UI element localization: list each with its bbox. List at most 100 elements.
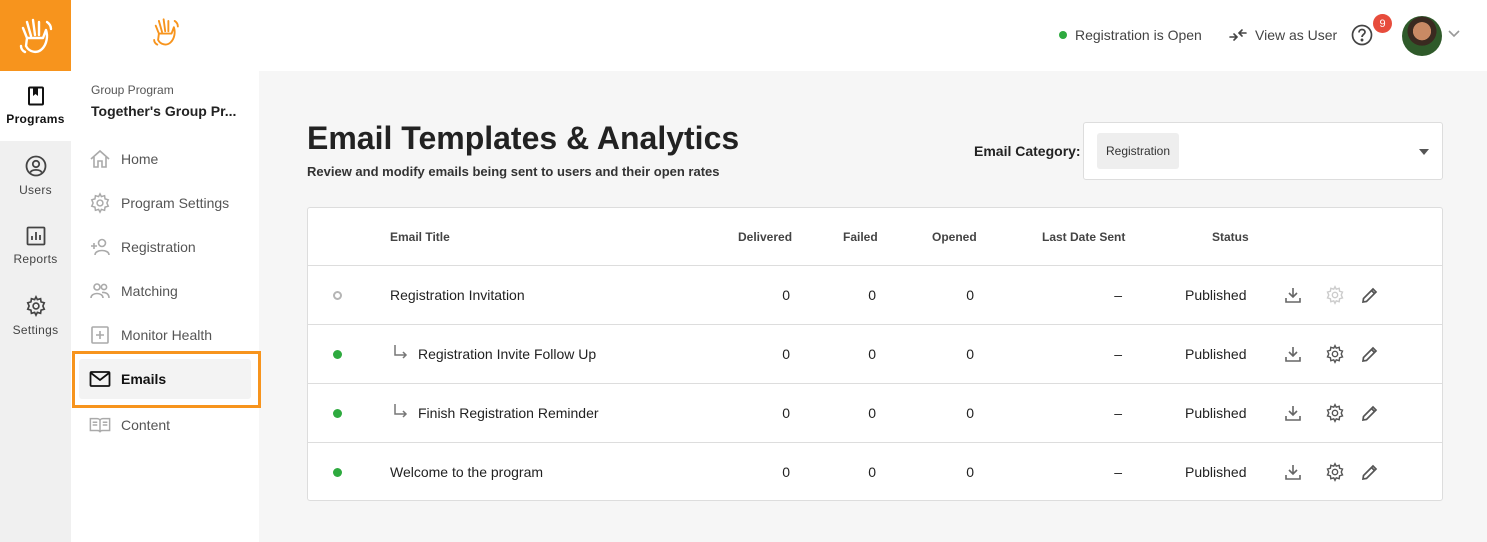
download-icon[interactable] [1283, 462, 1303, 482]
email-category-select[interactable]: Registration [1083, 122, 1443, 180]
header-opened: Opened [932, 230, 977, 244]
status-text: Published [1185, 464, 1247, 480]
email-title: Registration Invite Follow Up [418, 346, 597, 362]
edit-pencil-icon[interactable] [1360, 344, 1380, 364]
edit-pencil-icon[interactable] [1360, 403, 1380, 423]
opened-count: 0 [966, 287, 974, 303]
sidebar-item-home[interactable]: Home [79, 139, 251, 179]
inactive-dot-icon [333, 291, 342, 300]
view-as-user-button[interactable]: View as User [1229, 27, 1337, 43]
emails-highlight-box [72, 351, 261, 408]
table-row[interactable]: Registration Invitation 0 0 0 – Publishe… [308, 265, 1442, 324]
program-type: Group Program [91, 83, 174, 97]
header-email-title: Email Title [390, 230, 450, 244]
bookmark-icon [27, 86, 44, 106]
failed-count: 0 [868, 464, 876, 480]
chevron-down-icon[interactable] [1448, 30, 1460, 38]
failed-count: 0 [868, 405, 876, 421]
waving-hand-icon [19, 18, 52, 53]
header-last-date-sent: Last Date Sent [1042, 230, 1126, 244]
registration-status[interactable]: Registration is Open [1059, 27, 1202, 43]
program-sidebar: Group Program Together's Group Pr... Hom… [71, 0, 259, 542]
swap-arrows-icon [1229, 29, 1247, 41]
people-icon [90, 283, 110, 299]
app-logo[interactable] [0, 0, 71, 71]
rail-label-settings: Settings [12, 323, 59, 337]
edit-pencil-icon[interactable] [1360, 285, 1380, 305]
rail-label-users: Users [19, 183, 52, 197]
dropdown-caret-icon [1419, 149, 1429, 155]
sidebar-item-label: Home [121, 151, 159, 167]
last-date-sent: – [1114, 287, 1122, 303]
failed-count: 0 [868, 287, 876, 303]
medical-plus-icon [91, 326, 109, 344]
active-dot-icon [333, 409, 342, 418]
follow-up-arrow-icon [394, 345, 408, 359]
view-as-user-label: View as User [1255, 27, 1338, 43]
page-title: Email Templates & Analytics [307, 120, 740, 156]
table-row[interactable]: Registration Invite Follow Up 0 0 0 – Pu… [308, 324, 1442, 383]
sidebar-item-label: Registration [121, 239, 196, 255]
header-status: Status [1212, 230, 1249, 244]
header-failed: Failed [843, 230, 878, 244]
gear-icon[interactable] [1325, 344, 1345, 364]
rail-label-reports: Reports [13, 252, 58, 266]
failed-count: 0 [868, 346, 876, 362]
download-icon[interactable] [1283, 403, 1303, 423]
rail-label-programs: Programs [6, 112, 65, 126]
sidebar-item-program-settings[interactable]: Program Settings [79, 183, 251, 223]
sidebar-item-matching[interactable]: Matching [79, 271, 251, 311]
edit-pencil-icon[interactable] [1360, 462, 1380, 482]
sidebar-item-registration[interactable]: Registration [79, 227, 251, 267]
program-name[interactable]: Together's Group Pr... [91, 103, 251, 119]
status-text: Published [1185, 287, 1247, 303]
email-title: Welcome to the program [390, 464, 544, 480]
gear-icon [1326, 285, 1344, 305]
gear-icon[interactable] [1325, 403, 1345, 423]
sidebar-item-monitor-health[interactable]: Monitor Health [79, 315, 251, 355]
user-circle-icon [25, 155, 46, 177]
rail-item-settings[interactable]: Settings [0, 281, 71, 351]
sidebar-item-label: Matching [121, 283, 178, 299]
main-rail: Programs Users Reports Settings [0, 0, 71, 542]
download-icon[interactable] [1283, 344, 1303, 364]
follow-up-arrow-icon [394, 404, 408, 418]
header-delivered: Delivered [738, 230, 793, 244]
rail-item-users[interactable]: Users [0, 141, 71, 211]
delivered-count: 0 [782, 346, 790, 362]
opened-count: 0 [966, 464, 974, 480]
status-text: Published [1185, 346, 1247, 362]
help-icon[interactable] [1351, 24, 1373, 46]
delivered-count: 0 [782, 405, 790, 421]
download-icon[interactable] [1283, 285, 1303, 305]
table-row[interactable]: Finish Registration Reminder 0 0 0 – Pub… [308, 383, 1442, 442]
book-icon [89, 417, 111, 433]
table-row[interactable]: Welcome to the program 0 0 0 – Published [308, 442, 1442, 501]
delivered-count: 0 [782, 464, 790, 480]
waving-hand-icon [153, 18, 179, 46]
selected-category-chip: Registration [1097, 133, 1180, 169]
sidebar-item-content[interactable]: Content [79, 405, 251, 445]
last-date-sent: – [1114, 346, 1122, 362]
sidebar-item-label: Monitor Health [121, 327, 213, 343]
sidebar-item-label: Program Settings [121, 195, 230, 211]
status-dot-icon [1059, 31, 1067, 39]
email-templates-table: Email Title Delivered Failed Opened Last… [307, 207, 1443, 501]
gear-icon [90, 192, 110, 214]
rail-item-reports[interactable]: Reports [0, 211, 71, 281]
active-dot-icon [333, 350, 342, 359]
delivered-count: 0 [782, 287, 790, 303]
opened-count: 0 [966, 346, 974, 362]
gear-icon[interactable] [1325, 462, 1345, 482]
last-date-sent: – [1114, 464, 1122, 480]
email-category-label: Email Category: [974, 143, 1081, 159]
notification-badge: 9 [1373, 14, 1392, 33]
email-title: Registration Invitation [390, 287, 525, 303]
sidebar-item-label: Content [121, 417, 171, 433]
add-person-icon [91, 238, 110, 256]
home-icon [90, 149, 110, 168]
active-dot-icon [333, 468, 342, 477]
avatar[interactable] [1402, 16, 1442, 56]
registration-status-label: Registration is Open [1075, 27, 1202, 43]
rail-item-programs[interactable]: Programs [0, 71, 71, 141]
